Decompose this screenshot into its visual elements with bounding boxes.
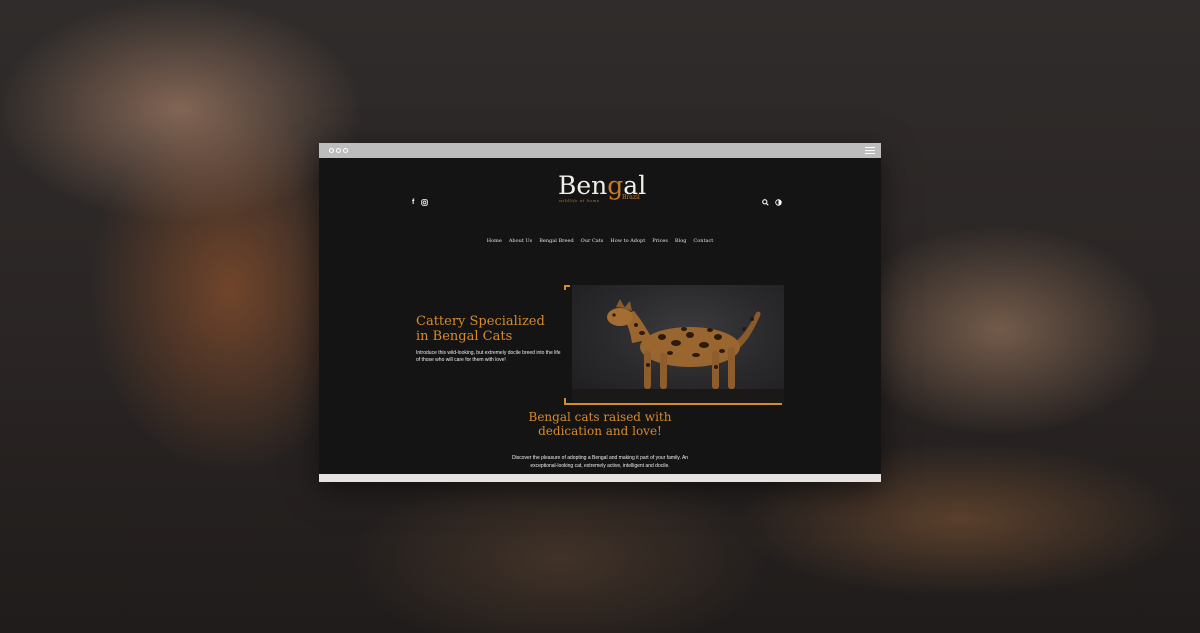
frame-accent-bottom [564, 403, 782, 405]
hero-title: Cattery Specialized in Bengal Cats [416, 314, 576, 344]
section-title: Bengal cats raised with dedication and l… [319, 410, 881, 438]
facebook-icon[interactable]: f [412, 199, 414, 208]
browser-mockup: f Bengal wildlife at home Brazil Home Ab… [319, 143, 881, 482]
nav-item-blog[interactable]: Blog [675, 238, 686, 244]
main-navigation: Home About Us Bengal Breed Our Cats How … [319, 238, 881, 244]
nav-item-bengal-breed[interactable]: Bengal Breed [539, 238, 573, 244]
logo-tagline: wildlife at home [559, 198, 600, 203]
social-links: f [412, 199, 429, 208]
hero-title-line1: Cattery Specialized [416, 314, 545, 329]
nav-item-home[interactable]: Home [487, 238, 502, 244]
hamburger-icon[interactable] [865, 147, 875, 156]
window-controls [329, 148, 348, 153]
browser-title-bar [319, 143, 881, 158]
search-icon[interactable] [762, 199, 769, 208]
window-dot-minimize[interactable] [336, 148, 341, 153]
section-title-line1: Bengal cats raised with [528, 410, 672, 424]
section-text: Discover the pleasure of adopting a Beng… [511, 455, 689, 469]
nav-item-about-us[interactable]: About Us [509, 238, 532, 244]
header-tools [762, 199, 782, 208]
hero-image-frame [564, 285, 784, 405]
bengal-cat-photo [572, 285, 784, 403]
nav-item-our-cats[interactable]: Our Cats [581, 238, 604, 244]
nav-item-how-to-adopt[interactable]: How to Adopt [610, 238, 645, 244]
logo-country: Brazil [622, 194, 640, 201]
hero-text: Introduce this wild-looking, but extreme… [416, 350, 561, 363]
section-title-line2: dedication and love! [538, 424, 662, 438]
website-page: f Bengal wildlife at home Brazil Home Ab… [319, 158, 881, 474]
window-dot-maximize[interactable] [343, 148, 348, 153]
frame-accent-bottom-left [564, 398, 566, 405]
window-dot-close[interactable] [329, 148, 334, 153]
hero-title-line2: in Bengal Cats [416, 329, 513, 344]
instagram-icon[interactable] [421, 199, 429, 208]
contrast-icon[interactable] [775, 199, 782, 208]
nav-item-contact[interactable]: Contact [693, 238, 713, 244]
frame-accent-left [564, 285, 566, 290]
nav-item-prices[interactable]: Prices [652, 238, 668, 244]
browser-bottom-edge [319, 474, 881, 482]
